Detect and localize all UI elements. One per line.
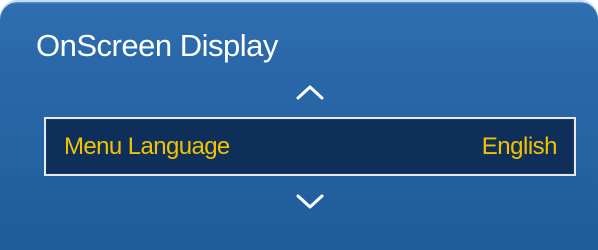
menu-language-item[interactable]: Menu Language English bbox=[44, 117, 576, 176]
scroll-down-button[interactable] bbox=[286, 188, 334, 216]
onscreen-display-panel: OnScreen Display Menu Language English bbox=[0, 0, 598, 250]
menu-language-label: Menu Language bbox=[64, 133, 230, 160]
scroll-up-button[interactable] bbox=[286, 78, 334, 106]
chevron-up-icon bbox=[296, 85, 324, 100]
menu-language-value: English bbox=[481, 133, 558, 160]
chevron-down-icon bbox=[296, 194, 324, 209]
panel-title: OnScreen Display bbox=[36, 28, 278, 63]
